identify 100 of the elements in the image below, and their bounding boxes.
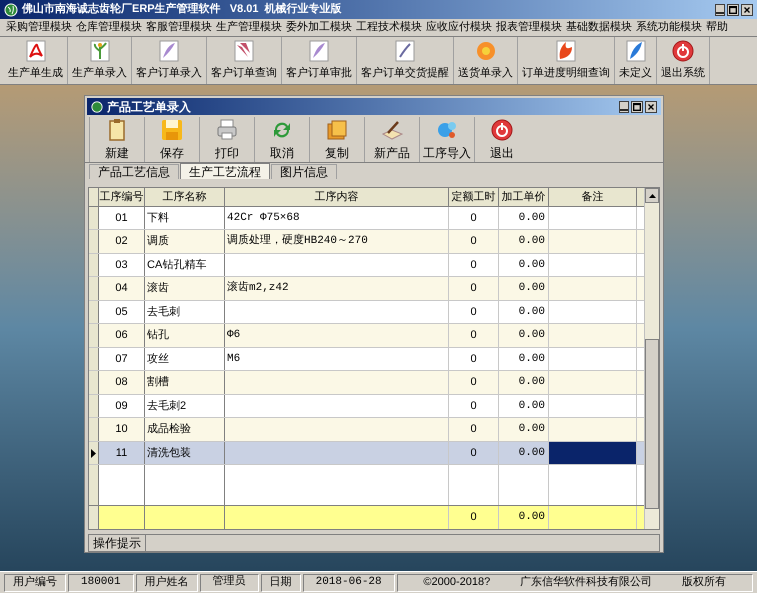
table-row[interactable]: 11 清洗包装 0 0.00 (89, 442, 644, 466)
toolbar-button[interactable]: 退出系统 (657, 37, 710, 84)
table-cell: 调质处理，硬度HB240～270 (225, 230, 449, 253)
table-cell: 下料 (145, 206, 225, 230)
table-cell: 滚齿m2,z42 (225, 277, 449, 300)
tab[interactable]: 产品工艺信息 (89, 164, 179, 179)
table-row[interactable]: 05 去毛刺 0 0.00 (89, 300, 644, 324)
maximize-button[interactable] (727, 4, 739, 16)
menu-item[interactable]: 采购管理模块 (4, 19, 74, 36)
menu-item[interactable]: 应收应付模块 (424, 19, 494, 36)
menu-item[interactable]: 仓库管理模块 (74, 19, 144, 36)
feather-icon (157, 39, 181, 64)
toolbar-button[interactable]: 退出 (474, 117, 529, 162)
table-cell: 0 (449, 230, 499, 253)
table-row[interactable]: 06 钻孔 Φ6 0 0.00 (89, 324, 644, 348)
table-cell: 0 (449, 206, 499, 230)
toolbar-button[interactable]: 取消 (254, 117, 309, 162)
table-cell: 0.00 (499, 206, 549, 230)
table-cell: CA钻孔精车 (145, 254, 225, 276)
column-header[interactable]: 工序编号 (99, 188, 145, 206)
menu-item[interactable]: 生产管理模块 (214, 19, 284, 36)
menu-item[interactable]: 客服管理模块 (144, 19, 214, 36)
row-pointer-icon (91, 448, 96, 458)
document-icon (393, 39, 417, 64)
scroll-up-button[interactable] (645, 188, 659, 203)
column-header[interactable]: 备注 (549, 188, 637, 206)
toolbar-button[interactable]: 工序导入 (419, 117, 474, 162)
pdf-icon (24, 39, 48, 64)
menu-item[interactable]: 基础数据模块 (564, 19, 634, 36)
menu-item[interactable]: 工程技术模块 (354, 19, 424, 36)
table-cell: 0 (449, 324, 499, 347)
table-cell: 0.00 (499, 324, 549, 347)
column-header[interactable]: 工序名称 (145, 188, 225, 206)
toolbar-button[interactable]: 新产品 (364, 117, 419, 162)
table-cell: 0 (449, 394, 499, 418)
toolbar-button[interactable]: 客户订单审批 (282, 37, 357, 84)
table-row[interactable]: 03 CA钻孔精车 0 0.00 (89, 254, 644, 278)
table-cell: 0.00 (499, 371, 549, 394)
table-row[interactable]: 08 割槽 0 0.00 (89, 371, 644, 395)
table-cell: 06 (99, 324, 145, 347)
table-cell: 0 (449, 442, 499, 464)
table-cell: 0.00 (499, 394, 549, 418)
toolbar-button[interactable]: 生产单生成 (4, 37, 68, 84)
scrollbar[interactable] (644, 188, 659, 529)
table-row[interactable]: 01 下料 42Cr Φ75×68 0 0.00 (89, 206, 644, 230)
column-header[interactable]: 定额工时 (449, 188, 499, 206)
table-cell: 割槽 (145, 371, 225, 394)
tab[interactable]: 图片信息 (271, 164, 337, 179)
toolbar-button[interactable]: 送货单录入 (454, 37, 518, 84)
table-cell: 0 (449, 348, 499, 370)
table-row[interactable]: 02 调质 调质处理，硬度HB240～270 0 0.00 (89, 230, 644, 254)
table-cell: 0 (449, 277, 499, 300)
toolbar-button[interactable]: 订单进度明细查询 (518, 37, 615, 84)
close-button[interactable] (645, 100, 657, 112)
toolbar-button[interactable]: 生产单录入 (68, 37, 132, 84)
minimize-button[interactable] (619, 100, 629, 112)
menu-item[interactable]: 帮助 (704, 19, 730, 36)
table-cell: 钻孔 (145, 324, 225, 347)
table-cell: 调质 (145, 230, 225, 253)
maximize-button[interactable] (631, 100, 643, 112)
tab[interactable]: 生产工艺流程 (180, 163, 270, 179)
toolbar-button[interactable]: 客户订单录入 (132, 37, 207, 84)
status-text: 版权所有 (682, 575, 726, 590)
table-row[interactable]: 07 攻丝 M6 0 0.00 (89, 348, 644, 372)
lily-icon (232, 39, 256, 64)
toolbar-button[interactable]: 客户订单查询 (207, 37, 282, 84)
table-cell: 10 (99, 418, 145, 441)
table-row[interactable]: 09 去毛刺2 0 0.00 (89, 394, 644, 418)
toolbar-button[interactable]: 客户订单交货提醒 (357, 37, 454, 84)
table-cell: 滚齿 (145, 277, 225, 300)
total-cell: 0.00 (499, 506, 549, 529)
table-cell: 去毛刺2 (145, 394, 225, 418)
minimize-icon (620, 108, 628, 110)
table-cell: 0.00 (499, 277, 549, 300)
menu-item[interactable]: 委外加工模块 (284, 19, 354, 36)
menu-item[interactable]: 报表管理模块 (494, 19, 564, 36)
menu-item[interactable]: 系统功能模块 (634, 19, 704, 36)
scroll-thumb[interactable] (645, 339, 659, 509)
table-row[interactable]: 10 成品检验 0 0.00 (89, 418, 644, 442)
status-text: 广东信华软件科技有限公司 (520, 574, 652, 590)
quill-icon (624, 39, 648, 64)
table-cell: M6 (225, 348, 449, 370)
table-cell: 攻丝 (145, 348, 225, 370)
toolbar-button[interactable]: 保存 (144, 117, 199, 162)
column-header[interactable]: 加工单价 (499, 188, 549, 206)
table-cell: 11 (99, 442, 145, 464)
table-row[interactable]: 04 滚齿 滚齿m2,z42 0 0.00 (89, 277, 644, 301)
plant-icon (88, 39, 112, 64)
status-text: ©2000-2018? (423, 575, 490, 590)
toolbar-button[interactable]: 新建 (89, 117, 144, 162)
toolbar-button[interactable]: 打印 (199, 117, 254, 162)
close-button[interactable] (741, 4, 753, 16)
flame-icon (554, 39, 578, 64)
table-cell: Φ6 (225, 324, 449, 347)
printer-icon (215, 118, 239, 142)
column-header[interactable]: 工序内容 (225, 188, 449, 206)
toolbar-button[interactable]: 复制 (309, 117, 364, 162)
toolbar-button[interactable]: 未定义 (615, 37, 657, 84)
hint-label: 操作提示 (89, 535, 146, 551)
minimize-button[interactable] (715, 4, 725, 16)
